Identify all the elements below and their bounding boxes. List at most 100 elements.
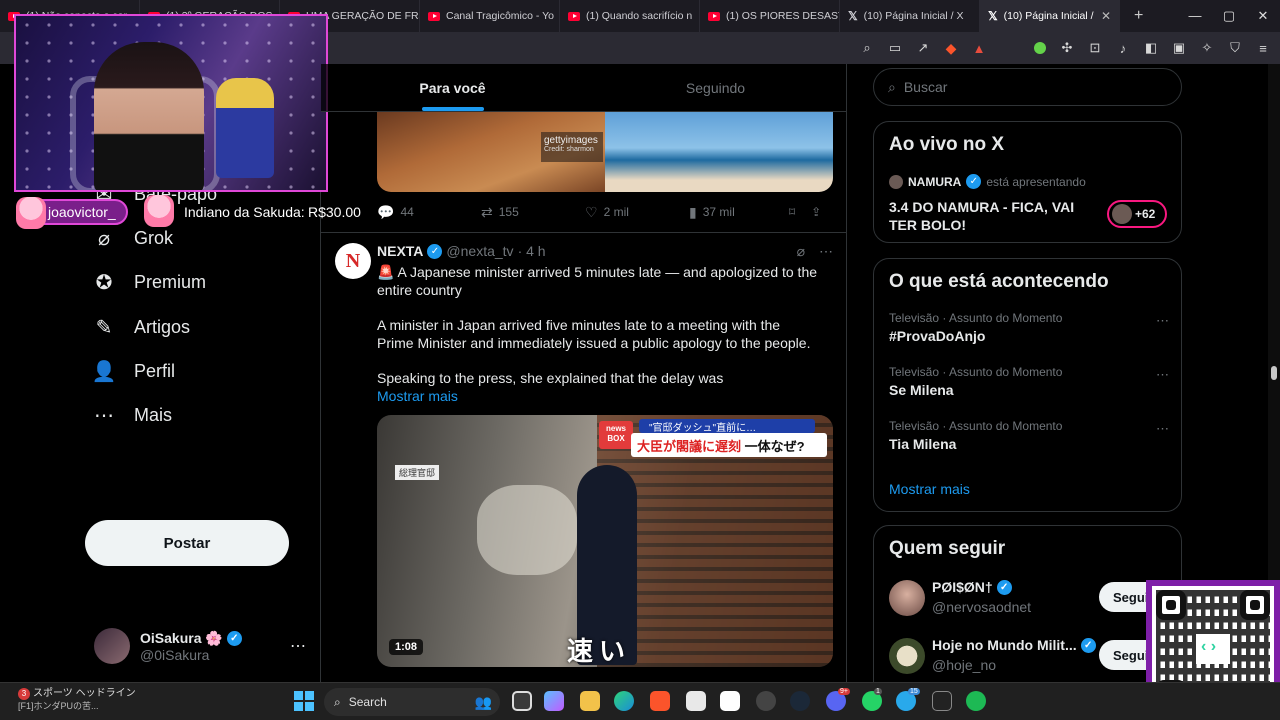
tweet-tools: ⌀ ⋯ xyxy=(797,243,833,260)
grok-icon[interactable]: ⌀ xyxy=(797,243,805,260)
trend-item[interactable]: Televisão · Assunto do Momento Se Milena… xyxy=(889,365,1169,398)
nav-item-artigos[interactable]: ✎ Artigos xyxy=(92,315,190,339)
vpn-icon[interactable]: ⛉ xyxy=(1228,40,1242,56)
video-player[interactable]: news BOX "官邸ダッシュ"直前に… 大臣が閣議に遅刻 一体なぜ? 総理官… xyxy=(377,415,833,667)
steam-icon[interactable] xyxy=(790,691,810,711)
capcut-icon[interactable] xyxy=(720,691,740,711)
new-tab-button[interactable]: + xyxy=(1134,7,1143,25)
browser-tab[interactable]: 𝕏 (10) Página Inicial / ✕ xyxy=(980,0,1120,32)
follow-suggestion[interactable]: PØI$ØN† ✓ @nervosaodnet Segui xyxy=(889,578,1179,618)
live-listeners[interactable]: +62 xyxy=(1107,200,1167,228)
youtube-icon xyxy=(568,11,580,21)
leo-ai-icon[interactable]: ✧ xyxy=(1200,40,1214,56)
search-input[interactable]: Buscar xyxy=(904,79,948,95)
repost-button[interactable]: ⇄ 155 xyxy=(481,204,585,221)
tweet-header: NEXTA ✓ @nexta_tv · 4 h xyxy=(377,243,546,259)
epic-games-icon[interactable] xyxy=(932,691,952,711)
article-icon: ✎ xyxy=(95,316,113,339)
zoom-icon[interactable]: ⌕ xyxy=(860,40,874,56)
brave-icon[interactable] xyxy=(650,691,670,711)
plush-toy xyxy=(216,78,274,178)
follow-suggestion[interactable]: Hoje no Mundo Milit... ✓ @hoje_no Segui xyxy=(889,636,1179,676)
cupcake-icon xyxy=(16,197,46,229)
streamer xyxy=(94,42,204,190)
browser-tab[interactable]: (1) Quando sacrifício n xyxy=(560,0,700,32)
share-icon[interactable]: ⇪ xyxy=(811,205,821,219)
edge-icon[interactable] xyxy=(614,691,634,711)
post-time[interactable]: · 4 h xyxy=(518,243,546,259)
sidebar-toggle-icon[interactable]: ◧ xyxy=(1144,40,1158,56)
more-options-icon[interactable]: ⋯ xyxy=(290,636,306,656)
trend-item[interactable]: Televisão · Assunto do Momento Tia Milen… xyxy=(889,419,1169,452)
nav-item-perfil[interactable]: 👤 Perfil xyxy=(92,359,175,383)
task-view-icon[interactable] xyxy=(512,691,532,711)
show-more-link[interactable]: Mostrar mais xyxy=(889,481,970,497)
reply-button[interactable]: 💬 44 xyxy=(377,204,481,221)
avatar[interactable]: N xyxy=(335,243,371,279)
start-button[interactable] xyxy=(294,691,314,711)
x-logo-icon: 𝕏 xyxy=(848,9,858,23)
nav-item-premium[interactable]: ✪ Premium xyxy=(92,270,206,294)
trend-item[interactable]: Televisão · Assunto do Momento #ProvaDoA… xyxy=(889,311,1169,344)
donation-amount: R$30.00 xyxy=(308,204,361,220)
more-options-icon[interactable]: ⋯ xyxy=(1156,367,1169,383)
account-switcher[interactable]: OiSakura 🌸 ✓ @0iSakura ⋯ xyxy=(94,624,306,668)
youtube-icon xyxy=(708,11,720,21)
copilot-icon[interactable] xyxy=(544,691,564,711)
more-options-icon[interactable]: ⋯ xyxy=(1156,313,1169,329)
section-title: Quem seguir xyxy=(889,538,1006,559)
verified-badge-icon: ✪ xyxy=(95,271,113,294)
tweet-text: 🚨 A Japanese minister arrived 5 minutes … xyxy=(377,264,818,405)
live-title[interactable]: 3.4 DO NAMURA - FICA, VAI TER BOLO! xyxy=(889,198,1089,234)
live-host[interactable]: NAMURA ✓ está apresentando xyxy=(889,174,1086,189)
verified-icon: ✓ xyxy=(996,579,1012,595)
cast-icon[interactable]: ▭ xyxy=(888,40,902,56)
rewards-icon[interactable]: ▲ xyxy=(972,41,986,56)
extensions-icon[interactable]: ✣ xyxy=(1060,40,1074,56)
more-circle-icon: ⋯ xyxy=(94,404,114,427)
minimize-icon[interactable]: — xyxy=(1178,0,1212,32)
show-more-link[interactable]: Mostrar mais xyxy=(377,387,817,405)
scrollbar-thumb[interactable] xyxy=(1271,366,1277,380)
previous-post-media[interactable]: gettyimages Credit: sharmon xyxy=(377,112,833,192)
brave-shield-icon[interactable]: ◆ xyxy=(944,40,958,57)
taskbar-search[interactable]: ⌕ Search 👥 xyxy=(324,688,500,716)
close-window-icon[interactable]: ✕ xyxy=(1246,0,1280,32)
browser-tab[interactable]: (1) OS PIORES DESAST xyxy=(700,0,840,32)
like-button[interactable]: ♡ 2 mil xyxy=(585,204,689,221)
spotify-icon[interactable] xyxy=(966,691,986,711)
donation-alert: joaovictor_ Indiano da Sakuda: R$30.00 xyxy=(16,195,361,230)
bookmark-icon[interactable]: ⌑ xyxy=(789,205,795,219)
more-options-icon[interactable]: ⋯ xyxy=(1156,421,1169,437)
wallet-icon[interactable]: ▣ xyxy=(1172,40,1186,56)
browser-tab[interactable]: 𝕏 (10) Página Inicial / X xyxy=(840,0,980,32)
menu-icon[interactable]: ≡ xyxy=(1256,41,1270,56)
music-icon[interactable]: ♪ xyxy=(1116,41,1130,56)
maximize-icon[interactable]: ▢ xyxy=(1212,0,1246,32)
author-name[interactable]: NEXTA xyxy=(377,243,423,259)
downloads-icon[interactable]: ⊡ xyxy=(1088,40,1102,56)
media-image[interactable]: gettyimages Credit: sharmon xyxy=(377,112,605,192)
video-duration: 1:08 xyxy=(389,639,424,655)
news-caption-top: "官邸ダッシュ"直前に… xyxy=(639,419,815,434)
tab-seguindo[interactable]: Seguindo xyxy=(584,64,846,111)
file-explorer-icon[interactable] xyxy=(580,691,600,711)
browser-tab[interactable]: Canal Tragicômico - Yo xyxy=(420,0,560,32)
tweet[interactable]: N NEXTA ✓ @nexta_tv · 4 h ⌀ ⋯ 🚨 A Japane… xyxy=(321,232,846,667)
post-button[interactable]: Postar xyxy=(85,520,289,566)
search-box[interactable]: ⌕ Buscar xyxy=(873,68,1182,106)
obs-icon[interactable] xyxy=(756,691,776,711)
profile-handle: @0iSakura xyxy=(140,646,210,663)
news-widget[interactable]: 3 スポーツ ヘッドライン [F1]ホンダPUの苦... xyxy=(18,687,138,717)
extension-status-icon[interactable] xyxy=(1034,42,1046,54)
store-icon[interactable] xyxy=(686,691,706,711)
more-options-icon[interactable]: ⋯ xyxy=(819,243,833,260)
search-highlight-icon: 👥 xyxy=(474,693,492,710)
share-icon[interactable]: ↗ xyxy=(916,40,930,56)
nav-item-mais[interactable]: ⋯ Mais xyxy=(92,403,172,427)
views-button[interactable]: ▮ 37 mil xyxy=(689,204,789,221)
close-tab-icon[interactable]: ✕ xyxy=(1101,9,1111,23)
author-handle[interactable]: @nexta_tv xyxy=(446,243,513,259)
tab-para-voce[interactable]: Para você xyxy=(321,64,584,111)
media-image[interactable] xyxy=(605,112,833,192)
